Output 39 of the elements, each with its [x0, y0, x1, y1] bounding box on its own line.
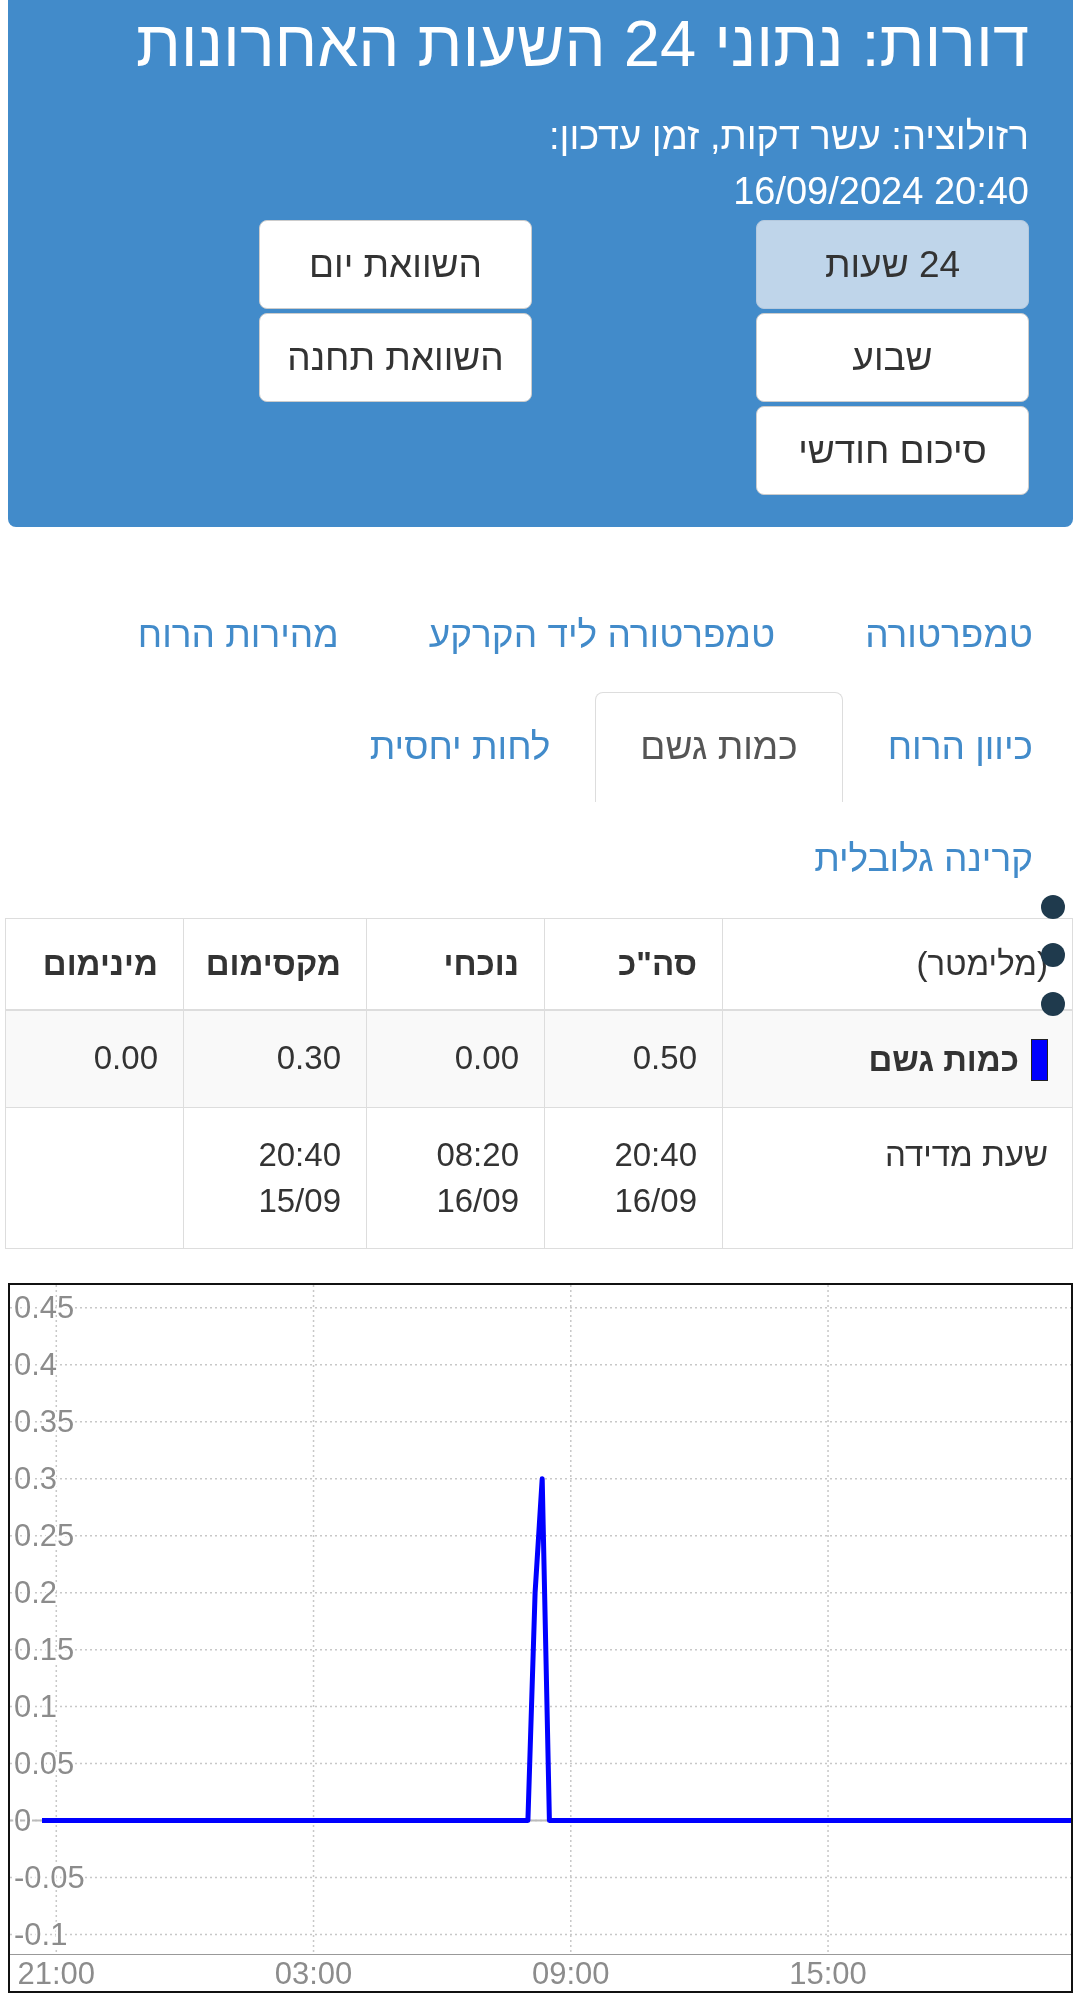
category-tab[interactable]: לחות יחסית — [324, 692, 596, 802]
compare-button[interactable]: השוואת תחנה — [259, 313, 532, 402]
category-tab[interactable]: מהירות הרוח — [92, 580, 384, 690]
row-label: כמות גשם — [868, 1041, 1019, 1079]
category-tab[interactable]: קרינה גלובלית — [769, 804, 1078, 914]
y-axis-label: 0.25 — [14, 1518, 75, 1554]
table-cell: 0.50 — [544, 1010, 723, 1108]
category-tab[interactable]: כמות גשם — [595, 692, 843, 802]
y-axis-label: -0.1 — [14, 1917, 68, 1953]
y-axis-label: 0.05 — [14, 1746, 75, 1782]
y-axis-label: 0.4 — [14, 1347, 58, 1383]
y-axis-label: 0.3 — [14, 1461, 58, 1497]
table-cell: 20:40 16/09 — [544, 1107, 723, 1249]
period-button[interactable]: סיכום חודשי — [756, 406, 1029, 495]
period-button[interactable]: 24 שעות — [756, 220, 1029, 309]
y-axis-label: 0.45 — [14, 1290, 75, 1326]
y-axis-label: 0.35 — [14, 1404, 75, 1440]
y-axis-label: -0.05 — [14, 1860, 85, 1896]
table-cell: 0.30 — [183, 1010, 367, 1108]
category-tab[interactable]: טמפרטורה — [820, 580, 1078, 690]
table-cell: 20:40 15/09 — [183, 1107, 367, 1249]
table-cell: 08:20 16/09 — [366, 1107, 545, 1249]
x-axis-label: 15:00 — [789, 1955, 867, 1991]
y-axis-label: 0.2 — [14, 1575, 58, 1611]
resolution-text: רזולוציה: עשר דקות, זמן עדכון: — [548, 114, 1029, 159]
y-axis-label: 0.15 — [14, 1632, 75, 1668]
x-axis-label: 21:00 — [17, 1955, 96, 1991]
table-cell: 0.00 — [366, 1010, 545, 1108]
compare-button[interactable]: השוואת יום — [259, 220, 532, 309]
category-tab[interactable]: כיוון הרוח — [842, 692, 1078, 802]
x-axis-label: 09:00 — [532, 1955, 610, 1991]
period-button[interactable]: שבוע — [756, 313, 1029, 402]
update-time: 16/09/2024 20:40 — [732, 169, 1029, 214]
table-cell: 0.00 — [5, 1010, 184, 1108]
page-title: דורות: נתוני 24 השעות האחרונות — [134, 8, 1029, 80]
y-axis-label: 0.1 — [14, 1689, 58, 1725]
row-label: שעת מדידה — [722, 1107, 1073, 1249]
x-axis-label: 03:00 — [274, 1955, 353, 1991]
category-tab[interactable]: טמפרטורה ליד הקרקע — [383, 580, 821, 690]
